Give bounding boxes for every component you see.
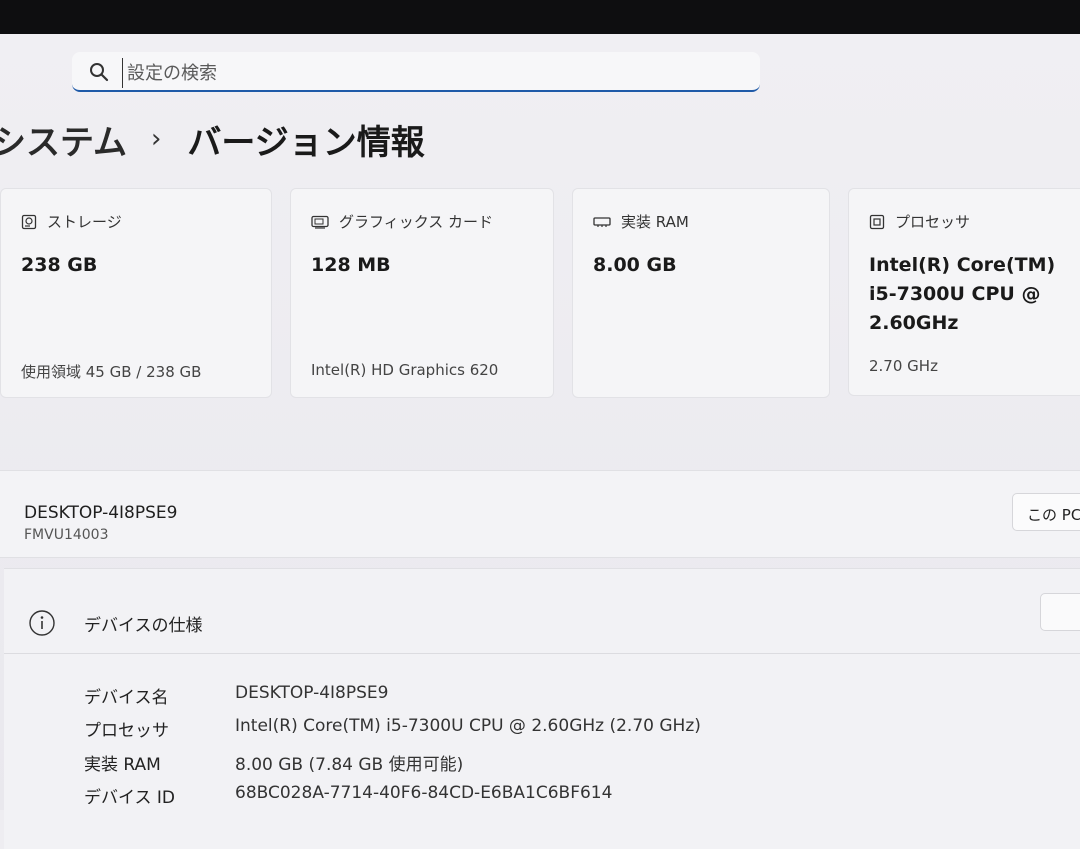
breadcrumb: システム › バージョン情報 <box>0 114 425 164</box>
device-name: DESKTOP-4I8PSE9 <box>24 503 178 523</box>
spec-label: デバイス名 <box>84 688 169 708</box>
spec-value: DESKTOP-4I8PSE9 <box>235 683 389 703</box>
settings-window: システム › バージョン情報 ストレージ 238 GB 使用領域 45 GB /… <box>0 34 1080 849</box>
search-box[interactable] <box>72 52 760 92</box>
graphics-card-title: グラフィックス カード <box>339 213 494 231</box>
device-specs-panel[interactable]: デバイスの仕様 デバイス名 DESKTOP-4I8PSE9 プロセッサ Inte… <box>4 568 1080 849</box>
spec-value: Intel(R) Core(TM) i5-7300U CPU @ 2.60GHz… <box>235 716 701 736</box>
storage-usage: 使用領域 45 GB / 238 GB <box>21 363 202 381</box>
breadcrumb-system[interactable]: システム <box>0 115 127 164</box>
rename-pc-button[interactable]: この PC <box>1012 493 1080 531</box>
storage-value: 238 GB <box>21 254 98 276</box>
spec-label: デバイス ID <box>84 788 175 808</box>
graphics-memory: 128 MB <box>311 254 391 276</box>
ram-card[interactable]: 実装 RAM 8.00 GB <box>572 188 830 398</box>
processor-name-line: i5-7300U CPU @ <box>869 283 1041 305</box>
spec-label: 実装 RAM <box>84 755 161 775</box>
info-icon <box>29 610 55 636</box>
device-model: FMVU14003 <box>24 527 109 543</box>
storage-card[interactable]: ストレージ 238 GB 使用領域 45 GB / 238 GB <box>0 188 272 398</box>
processor-card-title: プロセッサ <box>895 213 971 231</box>
processor-name-line: Intel(R) Core(TM) <box>869 254 1056 276</box>
chevron-right-icon: › <box>150 124 162 154</box>
graphics-adapter: Intel(R) HD Graphics 620 <box>311 361 499 379</box>
spec-value: 68BC028A-7714-40F6-84CD-E6BA1C6BF614 <box>235 783 613 803</box>
page-title: バージョン情報 <box>187 122 425 163</box>
ram-icon <box>593 216 611 227</box>
divider <box>4 653 1080 654</box>
ram-value: 8.00 GB <box>593 254 677 276</box>
spec-label: プロセッサ <box>84 721 169 741</box>
graphics-card[interactable]: グラフィックス カード 128 MB Intel(R) HD Graphics … <box>290 188 554 398</box>
processor-icon <box>869 214 885 229</box>
device-name-panel: DESKTOP-4I8PSE9 FMVU14003 この PC <box>0 470 1080 558</box>
processor-card[interactable]: プロセッサ Intel(R) Core(TM) i5-7300U CPU @ 2… <box>848 188 1080 396</box>
search-input[interactable] <box>122 58 729 88</box>
processor-speed: 2.70 GHz <box>869 357 938 375</box>
storage-card-title: ストレージ <box>47 213 122 231</box>
search-icon <box>90 63 109 82</box>
copy-button[interactable] <box>1040 593 1080 631</box>
processor-name-line: 2.60GHz <box>869 312 959 334</box>
device-specs-header[interactable]: デバイスの仕様 <box>28 609 203 637</box>
device-specs-title: デバイスの仕様 <box>84 615 203 636</box>
storage-icon <box>21 214 37 229</box>
spec-value: 8.00 GB (7.84 GB 使用可能) <box>235 755 464 775</box>
ram-card-title: 実装 RAM <box>621 213 689 231</box>
processor-name: Intel(R) Core(TM) i5-7300U CPU @ 2.60GHz <box>869 251 1055 338</box>
graphics-card-icon <box>311 215 329 229</box>
